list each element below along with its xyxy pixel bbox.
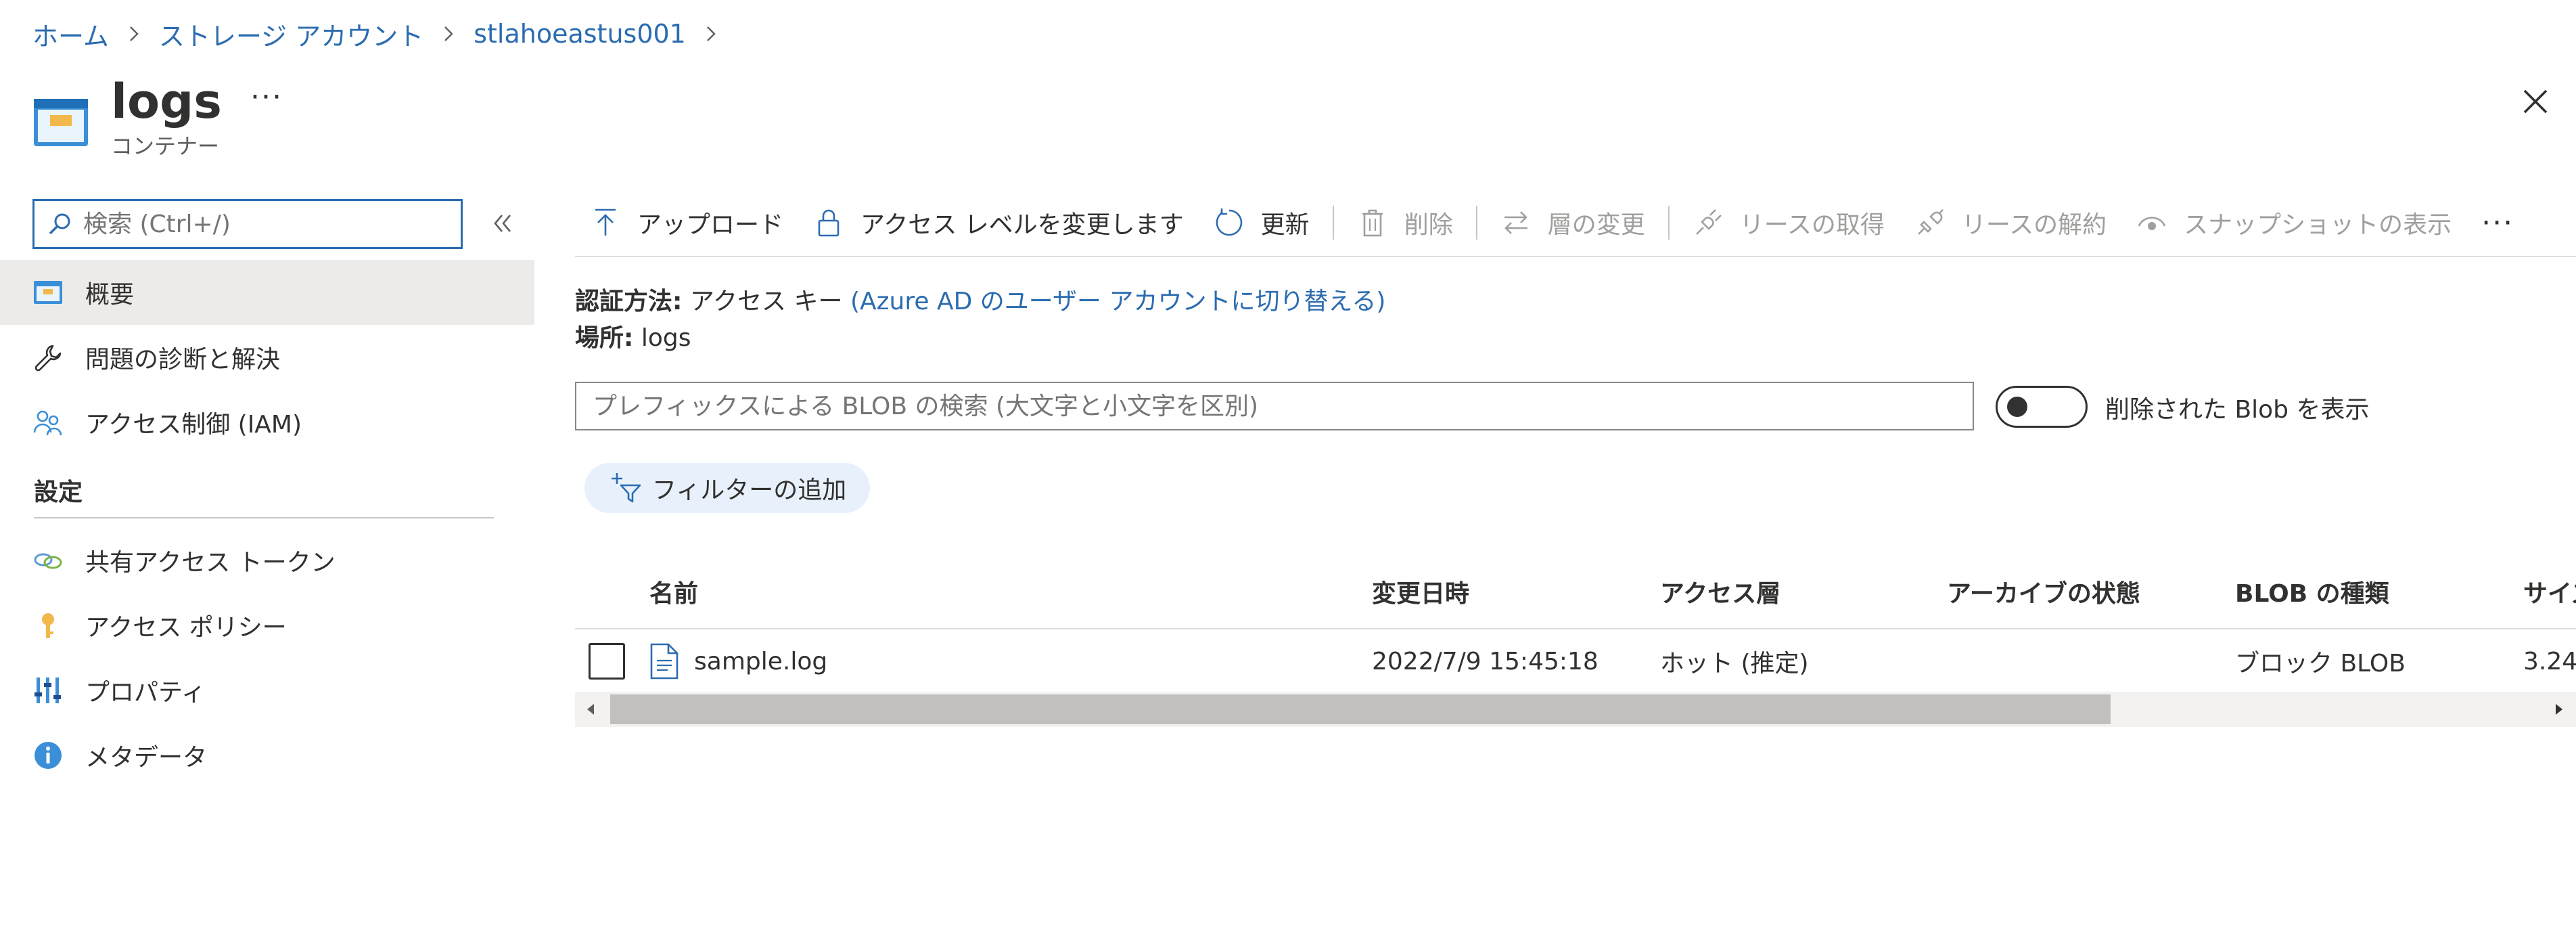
blob-type: ブロック BLOB	[2235, 650, 2406, 678]
toolbar-divider	[1475, 206, 1477, 240]
trash-icon	[1362, 209, 1383, 237]
sidebar-item-metadata[interactable]: メタデータ	[0, 723, 534, 788]
column-header-size[interactable]: サイズ	[2523, 574, 2576, 609]
break-lease-button[interactable]: リースの解約	[1900, 190, 2121, 256]
scrollbar-thumb[interactable]	[610, 694, 2111, 724]
swap-icon	[1504, 211, 1527, 234]
sidebar-item-sas[interactable]: 共有アクセス トークン	[0, 528, 534, 593]
show-deleted-toggle[interactable]	[1996, 386, 2088, 428]
breadcrumb-storage-accounts[interactable]: ストレージ アカウント	[159, 16, 423, 53]
eye-icon	[2138, 217, 2166, 230]
add-filter-icon	[612, 473, 641, 503]
upload-button[interactable]: アップロード	[575, 190, 798, 256]
sidebar-item-label: 問題の診断と解決	[85, 346, 281, 374]
switch-to-azure-ad-link[interactable]: (Azure AD のユーザー アカウントに切り替える)	[850, 288, 1385, 315]
acquire-lease-button[interactable]: リースの取得	[1678, 190, 1900, 256]
table-header: 名前 変更日時 アクセス層 アーカイブの状態 BLOB の種類 サイズ	[575, 555, 2576, 629]
column-header-archive[interactable]: アーカイブの状態	[1947, 574, 2140, 609]
location-value: logs	[641, 324, 691, 352]
breadcrumb: ホーム ストレージ アカウント stlahoeastus001	[32, 15, 736, 53]
blob-size: 3.24	[2523, 647, 2576, 675]
breadcrumb-home[interactable]: ホーム	[32, 16, 109, 53]
file-icon	[650, 643, 678, 680]
command-bar: アップロード アクセス レベルを変更します 更新 削除 層の変更 リースの取得 …	[575, 190, 2576, 257]
page-title: logs	[111, 74, 222, 129]
table-row[interactable]: sample.log 2022/7/9 15:45:18 ホット (推定) ブロ…	[575, 629, 2576, 694]
toggle-knob	[2007, 397, 2027, 417]
add-filter-button[interactable]: フィルターの追加	[584, 463, 870, 513]
prefix-search-input[interactable]	[593, 392, 1973, 420]
sidebar-item-properties[interactable]: プロパティ	[0, 658, 534, 723]
blob-tier: ホット (推定)	[1660, 650, 1809, 678]
prefix-search-box[interactable]	[575, 382, 1974, 430]
sidebar-search-input[interactable]	[83, 210, 448, 238]
breadcrumb-account[interactable]: stlahoeastus001	[474, 19, 686, 49]
lock-icon	[818, 209, 840, 237]
page-header: logs コンテナー	[32, 73, 222, 168]
auth-value: アクセス キー	[689, 288, 843, 315]
close-icon[interactable]	[2516, 83, 2554, 120]
sidebar-section-settings: 設定	[34, 479, 83, 506]
chevron-right-icon	[702, 25, 720, 43]
toolbar-divider	[1332, 206, 1334, 240]
plug-icon	[1695, 209, 1722, 235]
people-icon	[32, 407, 64, 438]
info-icon	[32, 740, 64, 771]
sidebar-search[interactable]	[32, 199, 463, 249]
scroll-right-icon[interactable]	[2550, 701, 2567, 717]
auth-method: 認証方法: アクセス キー (Azure AD のユーザー アカウントに切り替え…	[575, 282, 1385, 317]
delete-button[interactable]: 削除	[1342, 190, 1468, 256]
sidebar-item-label: メタデータ	[85, 744, 208, 772]
sidebar-item-label: プロパティ	[85, 679, 206, 707]
sidebar-item-diagnose[interactable]: 問題の診断と解決	[0, 325, 534, 390]
scroll-left-icon[interactable]	[583, 701, 599, 717]
show-deleted-label: 削除された Blob を表示	[2105, 396, 2370, 424]
column-header-type[interactable]: BLOB の種類	[2235, 574, 2389, 609]
collapse-sidebar-icon[interactable]	[487, 208, 517, 238]
show-snapshots-button[interactable]: スナップショットの表示	[2121, 190, 2466, 256]
sidebar-item-overview[interactable]: 概要	[0, 260, 534, 325]
toolbar-more-button[interactable]: ···	[2466, 206, 2529, 240]
upload-icon	[595, 208, 616, 236]
sidebar-item-access-policy[interactable]: アクセス ポリシー	[0, 593, 534, 658]
main-content: アップロード アクセス レベルを変更します 更新 削除 層の変更 リースの取得 …	[575, 190, 2576, 932]
chevron-right-icon	[125, 25, 143, 43]
link-icon	[32, 545, 64, 576]
sidebar-item-label: 概要	[85, 281, 135, 309]
container-icon	[34, 99, 88, 146]
section-divider	[34, 517, 494, 518]
horizontal-scrollbar[interactable]	[575, 692, 2576, 727]
toolbar-divider	[1668, 206, 1670, 240]
blob-name-link[interactable]: sample.log	[694, 648, 827, 675]
container-icon	[32, 277, 64, 308]
row-checkbox[interactable]	[589, 643, 625, 680]
blob-modified: 2022/7/9 15:45:18	[1372, 647, 1598, 675]
auth-label: 認証方法:	[575, 288, 683, 315]
wrench-icon	[32, 342, 64, 373]
sidebar-item-iam[interactable]: アクセス制御 (IAM)	[0, 390, 534, 455]
refresh-icon	[1216, 208, 1242, 236]
change-tier-button[interactable]: 層の変更	[1486, 190, 1660, 256]
blob-table: 名前 変更日時 アクセス層 アーカイブの状態 BLOB の種類 サイズ samp…	[575, 555, 2576, 694]
refresh-button[interactable]: 更新	[1199, 190, 1325, 256]
location: 場所: logs	[575, 318, 691, 353]
search-icon	[49, 213, 70, 235]
change-access-level-button[interactable]: アクセス レベルを変更します	[798, 190, 1199, 256]
unplug-icon	[1918, 209, 1944, 235]
page-subtitle: コンテナー	[111, 133, 220, 159]
column-header-name[interactable]: 名前	[649, 574, 698, 609]
properties-icon	[32, 675, 64, 706]
sidebar-item-label: 共有アクセス トークン	[85, 549, 336, 577]
sidebar-item-label: アクセス制御 (IAM)	[85, 411, 302, 439]
sidebar-nav: 概要 問題の診断と解決 アクセス制御 (IAM) 設定 共有アクセス トークン	[0, 260, 534, 788]
sidebar: 概要 問題の診断と解決 アクセス制御 (IAM) 設定 共有アクセス トークン	[0, 190, 534, 866]
location-label: 場所:	[575, 324, 634, 352]
column-header-tier[interactable]: アクセス層	[1660, 574, 1780, 609]
column-header-modified[interactable]: 変更日時	[1372, 574, 1469, 609]
sidebar-item-label: アクセス ポリシー	[85, 614, 287, 642]
more-options-button[interactable]: ···	[250, 80, 283, 114]
chevron-right-icon	[440, 25, 457, 43]
key-icon	[32, 610, 64, 641]
